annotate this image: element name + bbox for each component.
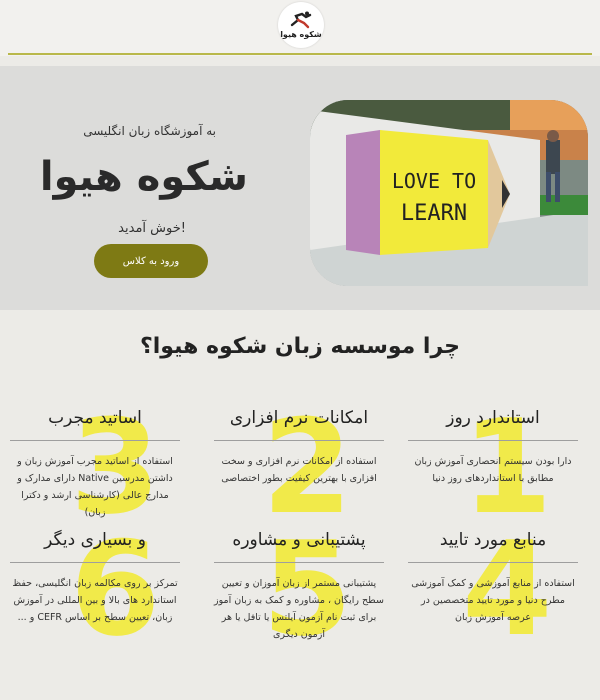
feature-divider bbox=[214, 440, 384, 441]
feature-divider bbox=[408, 562, 578, 563]
feature-title: و بسیاری دیگر bbox=[44, 530, 146, 550]
feature-text: استفاده از امکانات نرم افزاری و سخت افزا… bbox=[221, 456, 377, 484]
pencil-sign-illustration: LOVE TO LEARN bbox=[310, 100, 588, 286]
feature-card: پشتیبانی و مشاوره پشتیبانی مستمر از زبان… bbox=[214, 530, 384, 643]
feature-card: استاندارد روز دارا بودن سیستم انحصاری آم… bbox=[408, 408, 578, 487]
hero-subtitle: به آموزشگاه زبان انگلیسی bbox=[83, 124, 216, 138]
site-logo[interactable]: شکوه هیوا bbox=[278, 2, 324, 48]
feature-card: منابع مورد تایید استفاده از منابع آموزشی… bbox=[408, 530, 578, 626]
feature-divider bbox=[10, 562, 180, 563]
logo-text: شکوه هیوا bbox=[280, 30, 322, 39]
hero-title: شکوه هیوا bbox=[39, 154, 248, 200]
feature-divider bbox=[408, 440, 578, 441]
feature-title: اساتید مجرب bbox=[48, 408, 142, 428]
runner-logo-icon bbox=[290, 11, 312, 29]
hero-welcome: خوش آمدید! bbox=[118, 221, 186, 236]
feature-title: استاندارد روز bbox=[446, 408, 540, 428]
feature-text: تمرکز بر روی مکالمه زبان انگلیسی، حفظ اس… bbox=[12, 578, 178, 623]
feature-title: امکانات نرم افزاری bbox=[229, 408, 369, 428]
feature-text: پشتیبانی مستمر از زبان آموزان و تعیین سط… bbox=[214, 578, 384, 640]
feature-title: پشتیبانی و مشاوره bbox=[232, 530, 366, 550]
feature-text: استفاده از منابع آموزشی و کمک آموزشی مطر… bbox=[411, 578, 575, 623]
feature-card: و بسیاری دیگر تمرکز بر روی مکالمه زبان ا… bbox=[10, 530, 180, 626]
enter-class-button[interactable]: ورود به کلاس bbox=[94, 244, 208, 278]
feature-title: منابع مورد تایید bbox=[439, 530, 547, 550]
feature-divider bbox=[10, 440, 180, 441]
sign-text-line2: LEARN bbox=[401, 201, 467, 226]
hero-image: LOVE TO LEARN bbox=[310, 100, 588, 286]
feature-card: امکانات نرم افزاری استفاده از امکانات نر… bbox=[214, 408, 384, 487]
site-header: شکوه هیوا bbox=[0, 0, 600, 56]
feature-divider bbox=[214, 562, 384, 563]
why-title: چرا موسسه زبان شکوه هیوا؟ bbox=[140, 334, 460, 359]
sign-text-line1: LOVE TO bbox=[392, 169, 476, 193]
feature-text: استفاده از اساتید مجرب آموزش زبان و داشت… bbox=[17, 456, 173, 518]
feature-card: اساتید مجرب استفاده از اساتید مجرب آموزش… bbox=[10, 408, 180, 521]
feature-text: دارا بودن سیستم انحصاری آموزش زبان مطابق… bbox=[414, 456, 572, 484]
header-divider bbox=[8, 53, 592, 55]
hero-section: به آموزشگاه زبان انگلیسی شکوه هیوا خوش آ… bbox=[0, 66, 600, 310]
